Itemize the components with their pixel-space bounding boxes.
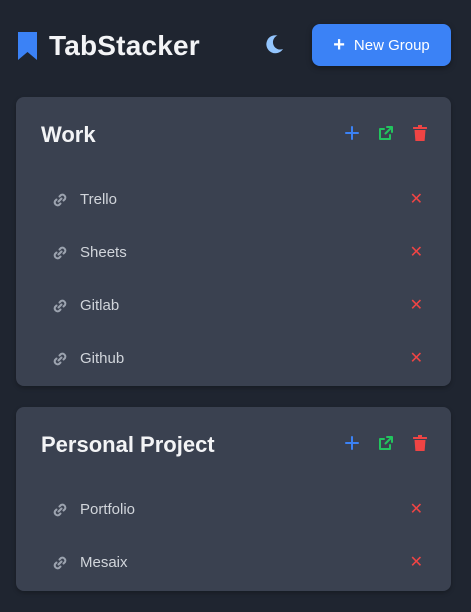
tab-item[interactable]: Trello ✕: [16, 173, 451, 226]
close-icon[interactable]: ✕: [410, 244, 423, 261]
new-group-label: New Group: [353, 36, 430, 54]
external-link-icon: [379, 436, 393, 450]
tab-label[interactable]: Github: [80, 350, 124, 367]
bookmark-icon: [16, 31, 39, 61]
tab-list: Trello ✕ Sheets ✕ Gitlab ✕ Github ✕: [16, 173, 451, 385]
link-icon: [51, 501, 69, 519]
delete-group-button[interactable]: [411, 124, 429, 142]
tab-item[interactable]: Gitlab ✕: [16, 279, 451, 332]
group-header: Work: [16, 97, 451, 173]
tab-label[interactable]: Gitlab: [80, 297, 119, 314]
group-actions: [327, 124, 429, 142]
add-tab-button[interactable]: [343, 434, 361, 452]
group-title: Work: [41, 122, 96, 147]
tab-label[interactable]: Trello: [80, 191, 117, 208]
tab-item[interactable]: Sheets ✕: [16, 226, 451, 279]
app-header: TabStacker + New Group: [0, 0, 471, 92]
link-icon: [51, 554, 69, 572]
tab-item[interactable]: Portfolio ✕: [16, 483, 451, 536]
link-icon: [51, 191, 69, 209]
link-icon: [51, 350, 69, 368]
open-all-button[interactable]: [377, 124, 395, 142]
tab-group: Work Trello ✕ Sheets ✕ Gitlab ✕ Github ✕: [16, 97, 451, 386]
plus-icon: +: [333, 34, 345, 56]
tab-item[interactable]: Github ✕: [16, 332, 451, 385]
group-header: Personal Project: [16, 407, 451, 483]
tab-label[interactable]: Mesaix: [80, 554, 128, 571]
app-title: TabStacker: [49, 30, 200, 61]
tab-item[interactable]: Mesaix ✕: [16, 536, 451, 589]
delete-group-button[interactable]: [411, 434, 429, 452]
link-icon: [51, 297, 69, 315]
moon-icon[interactable]: [262, 32, 286, 56]
add-tab-button[interactable]: [343, 124, 361, 142]
tab-list: Portfolio ✕ Mesaix ✕: [16, 483, 451, 589]
plus-icon: [345, 126, 359, 140]
tab-label[interactable]: Portfolio: [80, 501, 135, 518]
close-icon[interactable]: ✕: [410, 554, 423, 571]
close-icon[interactable]: ✕: [410, 501, 423, 518]
open-all-button[interactable]: [377, 434, 395, 452]
new-group-button[interactable]: + New Group: [312, 24, 451, 66]
trash-icon: [413, 435, 427, 451]
close-icon[interactable]: ✕: [410, 297, 423, 314]
close-icon[interactable]: ✕: [410, 350, 423, 367]
group-actions: [327, 434, 429, 452]
brand: TabStacker: [16, 30, 200, 62]
link-icon: [51, 244, 69, 262]
external-link-icon: [379, 126, 393, 140]
trash-icon: [413, 125, 427, 141]
tab-label[interactable]: Sheets: [80, 244, 127, 261]
tab-group: Personal Project Portfolio ✕ Mesaix ✕: [16, 407, 451, 591]
group-title: Personal Project: [41, 432, 215, 457]
plus-icon: [345, 436, 359, 450]
close-icon[interactable]: ✕: [410, 191, 423, 208]
